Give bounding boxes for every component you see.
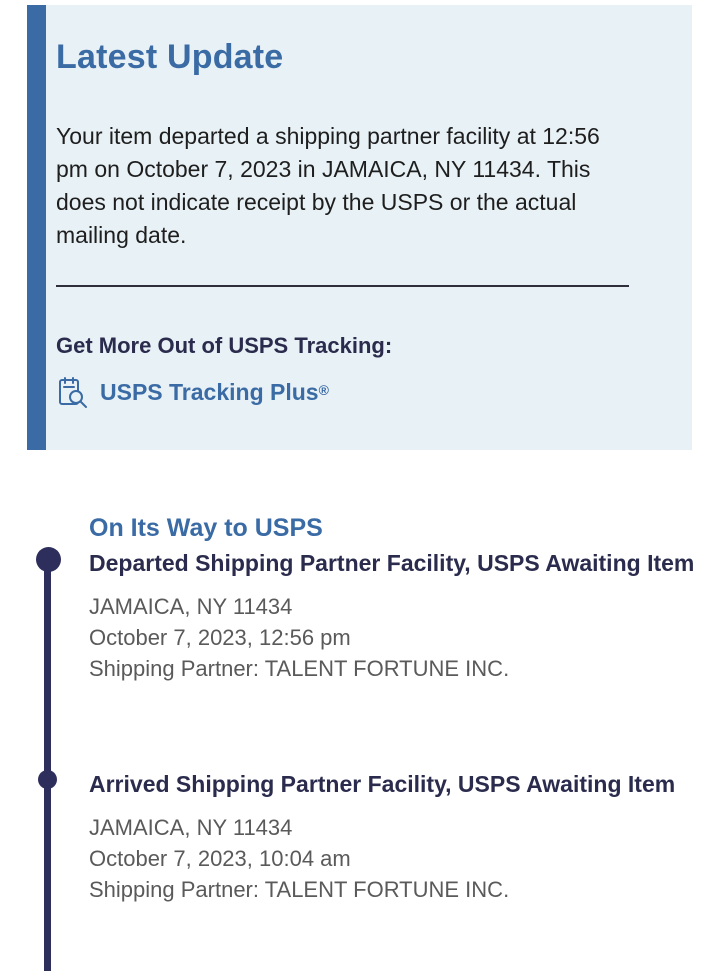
- event-location: JAMAICA, NY 11434: [89, 815, 293, 840]
- latest-update-title: Latest Update: [56, 38, 284, 76]
- tracking-event: Arrived Shipping Partner Facility, USPS …: [89, 769, 699, 905]
- event-datetime: October 7, 2023, 12:56 pm: [89, 625, 351, 650]
- event-datetime: October 7, 2023, 10:04 am: [89, 846, 351, 871]
- tracking-status-heading: On Its Way to USPS: [89, 514, 323, 542]
- event-details: JAMAICA, NY 11434 October 7, 2023, 10:04…: [89, 812, 699, 905]
- timeline-line: [44, 560, 51, 971]
- tracking-plus-icon: [56, 375, 90, 409]
- timeline-dot: [38, 770, 57, 789]
- event-title: Departed Shipping Partner Facility, USPS…: [89, 550, 695, 576]
- usps-tracking-plus-link[interactable]: USPS Tracking Plus ®: [56, 372, 329, 412]
- event-title: Arrived Shipping Partner Facility, USPS …: [89, 771, 676, 797]
- usps-tracking-plus-label: USPS Tracking Plus: [100, 378, 319, 405]
- promo-heading: Get More Out of USPS Tracking:: [56, 333, 393, 358]
- event-details: JAMAICA, NY 11434 October 7, 2023, 12:56…: [89, 591, 699, 684]
- registered-mark: ®: [318, 382, 329, 398]
- event-shipping-partner: Shipping Partner: TALENT FORTUNE INC.: [89, 656, 510, 681]
- event-location: JAMAICA, NY 11434: [89, 594, 293, 619]
- latest-update-message: Your item departed a shipping partner fa…: [56, 123, 600, 248]
- divider: [56, 285, 629, 287]
- tracking-event: Departed Shipping Partner Facility, USPS…: [89, 548, 699, 684]
- timeline-dot: [36, 547, 61, 572]
- event-shipping-partner: Shipping Partner: TALENT FORTUNE INC.: [89, 877, 510, 902]
